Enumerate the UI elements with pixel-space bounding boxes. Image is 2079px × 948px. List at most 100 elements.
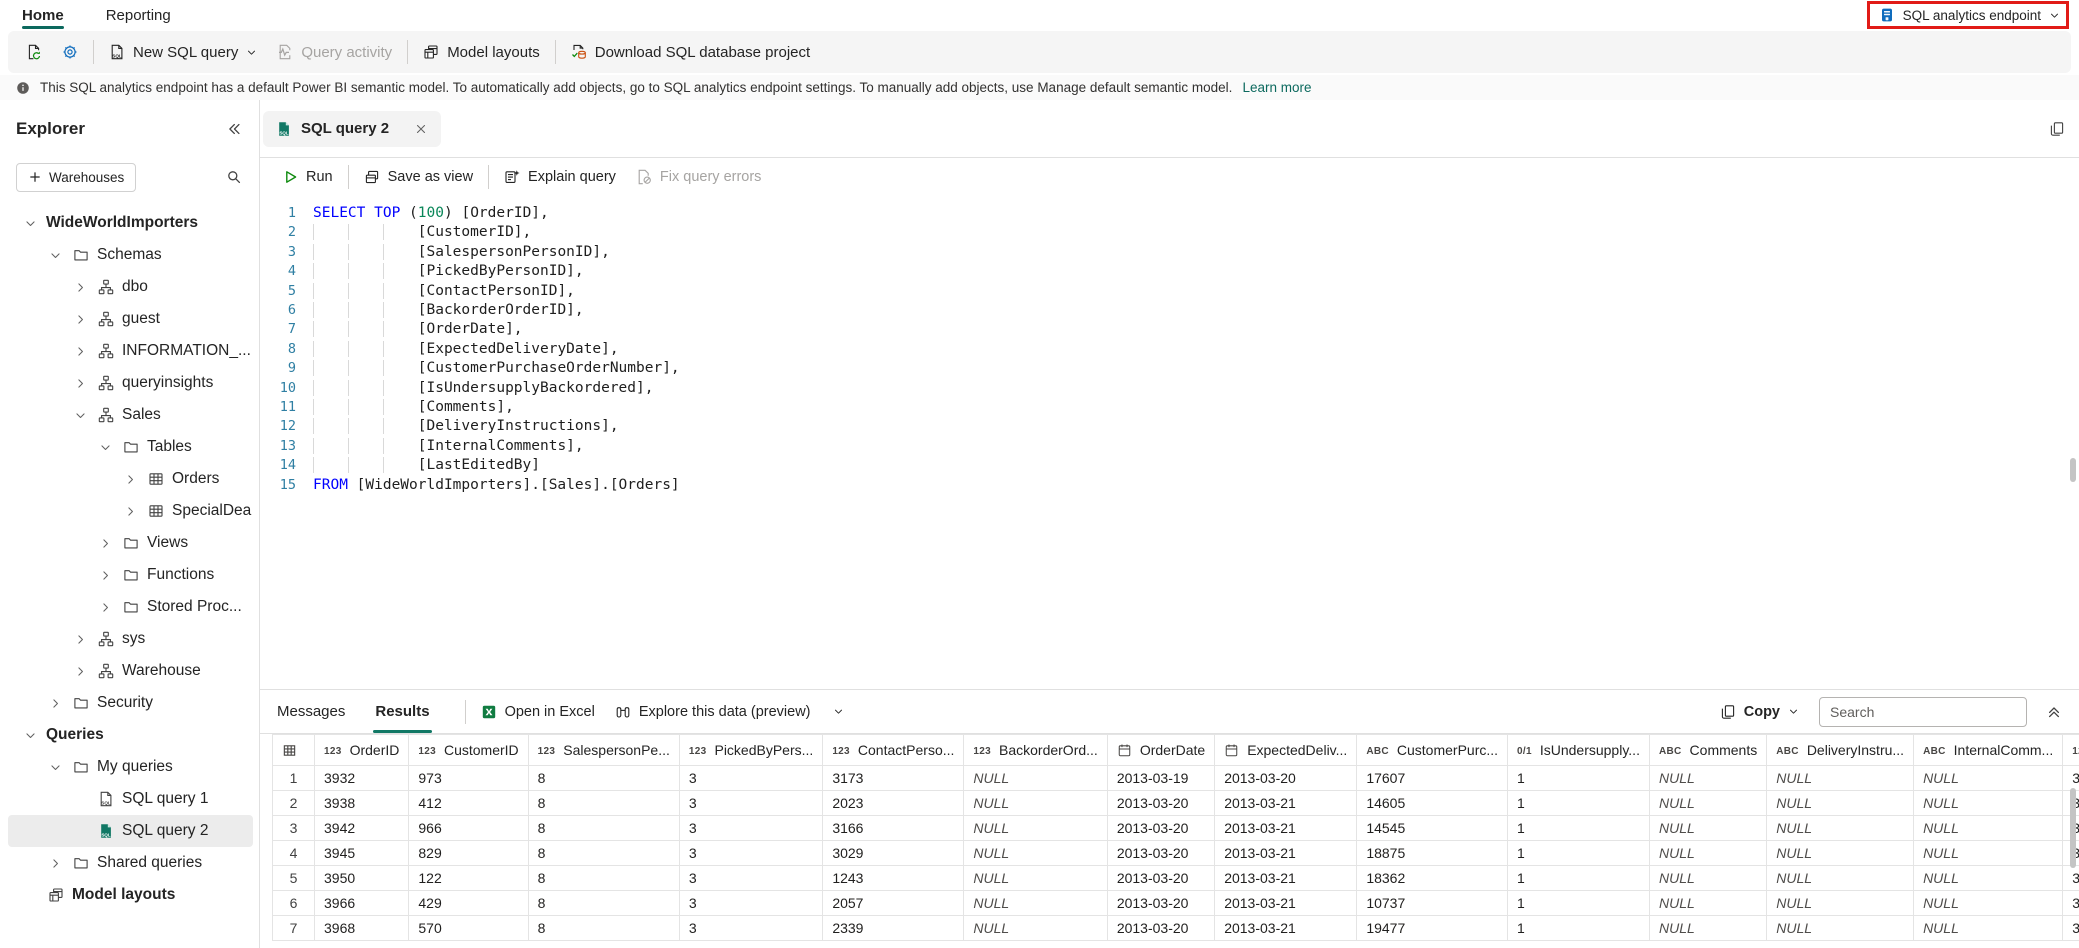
close-tab-icon[interactable] bbox=[414, 122, 428, 136]
tree-item-functions[interactable]: Functions bbox=[8, 559, 253, 591]
column-header-orderid[interactable]: 123 OrderID bbox=[313, 734, 410, 766]
editor-scrollbar-thumb[interactable] bbox=[2070, 458, 2076, 482]
explore-this-data-button[interactable]: Explore this data (preview) bbox=[605, 696, 854, 728]
tab-home[interactable]: Home bbox=[22, 0, 64, 30]
data-cell[interactable]: NULL bbox=[1913, 765, 2064, 791]
data-cell[interactable]: 18875 bbox=[1356, 840, 1509, 866]
data-cell[interactable]: 2023 bbox=[822, 790, 965, 816]
data-cell[interactable]: NULL bbox=[963, 765, 1108, 791]
data-cell[interactable]: NULL bbox=[963, 815, 1108, 841]
column-header-expecteddeliv[interactable]: ExpectedDeliv... bbox=[1214, 734, 1358, 766]
tree-item-wideworldimporters[interactable]: WideWorldImporters bbox=[8, 207, 253, 239]
data-cell[interactable]: NULL bbox=[1913, 890, 2064, 916]
select-all-header[interactable] bbox=[272, 734, 315, 766]
data-cell[interactable]: NULL bbox=[1648, 890, 1768, 916]
data-cell[interactable]: 2013-03-20 bbox=[1106, 890, 1216, 916]
data-cell[interactable]: 3 bbox=[2062, 890, 2079, 916]
tree-item-schemas[interactable]: Schemas bbox=[8, 239, 253, 271]
data-cell[interactable]: 2013-03-20 bbox=[1106, 840, 1216, 866]
data-cell[interactable]: NULL bbox=[963, 865, 1108, 891]
data-cell[interactable]: 2013-03-21 bbox=[1214, 840, 1358, 866]
code-line[interactable]: 11 [Comments], bbox=[264, 398, 2079, 417]
code-line[interactable]: 14 [LastEditedBy] bbox=[264, 456, 2079, 475]
tree-item-orders[interactable]: Orders bbox=[8, 463, 253, 495]
refresh-button[interactable] bbox=[16, 36, 52, 68]
code-line[interactable]: 8 [ExpectedDeliveryDate], bbox=[264, 340, 2079, 359]
data-cell[interactable]: 3 bbox=[2062, 915, 2079, 941]
data-cell[interactable]: 2013-03-21 bbox=[1214, 865, 1358, 891]
code-line[interactable]: 9 [CustomerPurchaseOrderNumber], bbox=[264, 359, 2079, 378]
row-number-cell[interactable]: 4 bbox=[272, 840, 315, 866]
code-line[interactable]: 7 [OrderDate], bbox=[264, 320, 2079, 339]
data-cell[interactable]: NULL bbox=[1766, 915, 1915, 941]
open-in-excel-button[interactable]: Open in Excel bbox=[471, 696, 605, 728]
data-cell[interactable]: 3029 bbox=[822, 840, 965, 866]
data-cell[interactable]: NULL bbox=[1766, 840, 1915, 866]
data-cell[interactable]: NULL bbox=[1766, 815, 1915, 841]
column-header-lasteditedby[interactable]: 123LastEditedBy bbox=[2062, 734, 2079, 766]
tab-reporting[interactable]: Reporting bbox=[106, 0, 171, 30]
tree-item-guest[interactable]: guest bbox=[8, 303, 253, 335]
tree-item-views[interactable]: Views bbox=[8, 527, 253, 559]
data-cell[interactable]: 3942 bbox=[313, 815, 410, 841]
chevron-right-icon[interactable] bbox=[45, 857, 65, 870]
data-cell[interactable]: NULL bbox=[963, 840, 1108, 866]
collapse-results-button[interactable] bbox=[2041, 699, 2067, 725]
data-cell[interactable]: 412 bbox=[408, 790, 529, 816]
data-cell[interactable]: NULL bbox=[1913, 815, 2064, 841]
data-cell[interactable]: 3 bbox=[678, 790, 824, 816]
code-line[interactable]: 3 [SalespersonPersonID], bbox=[264, 243, 2079, 262]
data-cell[interactable]: 3173 bbox=[822, 765, 965, 791]
code-line[interactable]: 13 [InternalComments], bbox=[264, 437, 2079, 456]
data-cell[interactable]: NULL bbox=[1766, 890, 1915, 916]
data-cell[interactable]: 3 bbox=[2062, 865, 2079, 891]
chevron-right-icon[interactable] bbox=[95, 601, 115, 614]
code-line[interactable]: 2 [CustomerID], bbox=[264, 223, 2079, 242]
row-number-cell[interactable]: 7 bbox=[272, 915, 315, 941]
chevron-right-icon[interactable] bbox=[70, 345, 90, 358]
results-scrollbar-thumb[interactable] bbox=[2070, 788, 2076, 868]
data-cell[interactable]: NULL bbox=[1648, 790, 1768, 816]
tree-item-dbo[interactable]: dbo bbox=[8, 271, 253, 303]
column-header-comments[interactable]: ABC Comments bbox=[1648, 734, 1768, 766]
chevron-right-icon[interactable] bbox=[70, 665, 90, 678]
data-cell[interactable]: 17607 bbox=[1356, 765, 1509, 791]
data-cell[interactable]: 3 bbox=[678, 890, 824, 916]
chevron-down-icon[interactable] bbox=[833, 706, 844, 717]
data-cell[interactable]: 2013-03-20 bbox=[1214, 765, 1358, 791]
data-cell[interactable]: 3 bbox=[678, 815, 824, 841]
chevron-right-icon[interactable] bbox=[70, 633, 90, 646]
data-cell[interactable]: 3 bbox=[678, 765, 824, 791]
column-header-customerid[interactable]: 123 CustomerID bbox=[408, 734, 529, 766]
chevron-right-icon[interactable] bbox=[70, 313, 90, 326]
data-cell[interactable]: 1 bbox=[1507, 790, 1650, 816]
tree-item-sys[interactable]: sys bbox=[8, 623, 253, 655]
tree-item-shared-queries[interactable]: Shared queries bbox=[8, 847, 253, 879]
sql-editor[interactable]: 1 SELECT TOP (100) [OrderID], 2 [CustomerI… bbox=[260, 196, 2079, 689]
tree-item-warehouse[interactable]: Warehouse bbox=[8, 655, 253, 687]
data-cell[interactable]: 2013-03-20 bbox=[1106, 815, 1216, 841]
code-line[interactable]: 15 FROM [WideWorldImporters].[Sales].[Ord… bbox=[264, 476, 2079, 495]
tree-item-model-layouts[interactable]: Model layouts bbox=[8, 879, 253, 911]
row-number-cell[interactable]: 3 bbox=[272, 815, 315, 841]
data-cell[interactable]: 1 bbox=[1507, 890, 1650, 916]
data-cell[interactable]: 2013-03-19 bbox=[1106, 765, 1216, 791]
code-line[interactable]: 1 SELECT TOP (100) [OrderID], bbox=[264, 204, 2079, 223]
data-cell[interactable]: 2339 bbox=[822, 915, 965, 941]
explain-query-button[interactable]: Explain query bbox=[494, 162, 626, 192]
data-cell[interactable]: NULL bbox=[963, 915, 1108, 941]
tree-item-sql-query-2[interactable]: SQL SQL query 2 bbox=[8, 815, 253, 847]
chevron-right-icon[interactable] bbox=[120, 505, 140, 518]
data-cell[interactable]: 973 bbox=[408, 765, 529, 791]
code-line[interactable]: 4 [PickedByPersonID], bbox=[264, 262, 2079, 281]
data-cell[interactable]: NULL bbox=[1913, 840, 2064, 866]
column-header-isundersupply[interactable]: 0/1 IsUndersupply... bbox=[1507, 734, 1650, 766]
data-cell[interactable]: 8 bbox=[527, 915, 680, 941]
chevron-right-icon[interactable] bbox=[95, 569, 115, 582]
chevron-right-icon[interactable] bbox=[70, 281, 90, 294]
data-cell[interactable]: 3 bbox=[678, 840, 824, 866]
tree-item-information[interactable]: INFORMATION_... bbox=[8, 335, 253, 367]
code-line[interactable]: 6 [BackorderOrderID], bbox=[264, 301, 2079, 320]
chevron-right-icon[interactable] bbox=[120, 473, 140, 486]
data-cell[interactable]: 3945 bbox=[313, 840, 410, 866]
